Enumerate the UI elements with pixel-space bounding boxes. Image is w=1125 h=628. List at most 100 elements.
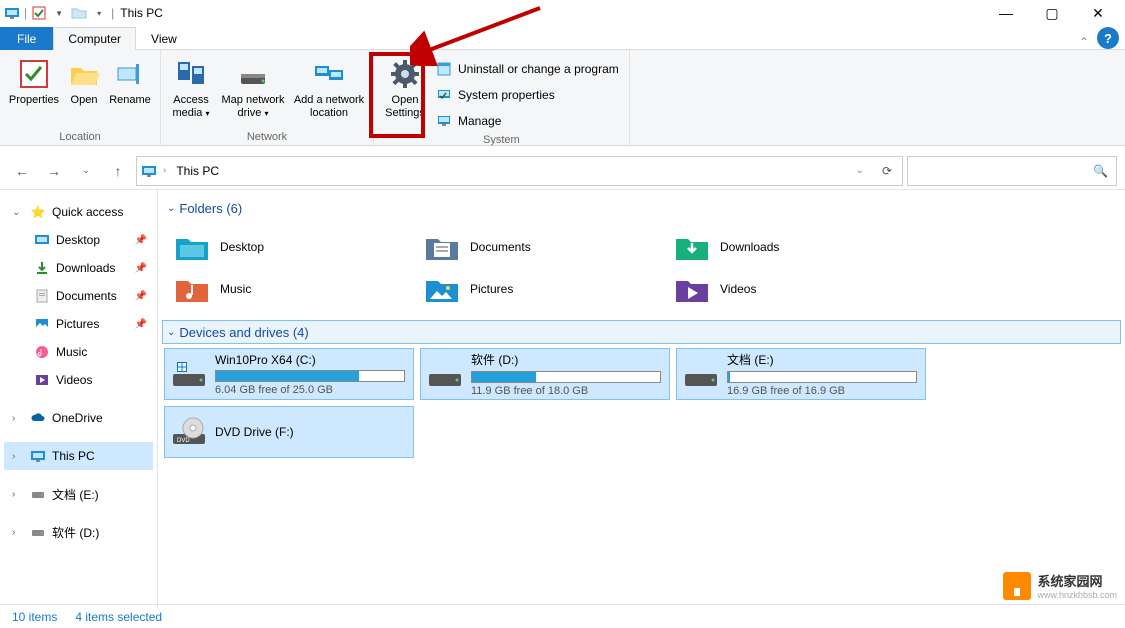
desktop-folder-icon (174, 229, 210, 265)
qat-dropdown-icon[interactable]: ▼ (51, 5, 67, 21)
map-drive-label: Map network drive ▾ (217, 94, 289, 120)
pictures-folder-icon (424, 271, 460, 307)
breadcrumb-thispc[interactable]: This PC (172, 160, 223, 182)
navigation-bar: ← → ⌄ ↑ › This PC ⌄ ⟳ 🔍 (0, 152, 1125, 190)
forward-button[interactable]: → (40, 157, 68, 185)
ribbon: Properties Open Rename Location (0, 50, 1125, 146)
tree-drive-e[interactable]: › 文档 (E:) (4, 480, 153, 508)
properties-icon (18, 58, 50, 90)
qat-separator: | (24, 6, 27, 20)
folder-documents[interactable]: Documents (416, 226, 666, 268)
drive-d-free: 11.9 GB free of 18.0 GB (471, 385, 663, 397)
drives-header[interactable]: ⌄ Devices and drives (4) (162, 320, 1121, 344)
pc-icon (30, 448, 46, 464)
tree-desktop[interactable]: Desktop📌 (4, 226, 153, 254)
qat-properties-icon[interactable] (31, 5, 47, 21)
pin-icon: 📌 (135, 263, 147, 274)
tree-quick-access[interactable]: ⌄ ⭐ Quick access (4, 198, 153, 226)
address-dropdown-icon[interactable]: ⌄ (850, 165, 870, 176)
ribbon-group-system: OpenSettings Uninstall or change a progr… (374, 50, 630, 145)
add-network-location-button[interactable]: Add a network location (291, 54, 367, 120)
rename-label: Rename (109, 94, 151, 107)
close-button[interactable]: ✕ (1075, 0, 1121, 26)
system-properties-button[interactable]: System properties (432, 84, 623, 106)
ribbon-collapse-icon[interactable]: ⌃ (1079, 35, 1089, 49)
system-properties-label: System properties (458, 88, 555, 102)
manage-button[interactable]: Manage (432, 110, 623, 132)
tab-view[interactable]: View (136, 27, 192, 50)
open-button[interactable]: Open (64, 54, 104, 107)
tree-documents[interactable]: Documents📌 (4, 282, 153, 310)
desktop-icon (34, 232, 50, 248)
add-location-label: Add a network location (291, 94, 367, 120)
ribbon-group-network: Access media ▾ Map network drive ▾ Add a… (161, 50, 374, 145)
search-icon: 🔍 (1093, 164, 1108, 178)
folder-music[interactable]: Music (166, 268, 416, 310)
folder-desktop[interactable]: Desktop (166, 226, 416, 268)
open-label: Open (71, 94, 98, 107)
properties-button[interactable]: Properties (6, 54, 62, 107)
search-box[interactable]: 🔍 (907, 156, 1117, 186)
body: ⌄ ⭐ Quick access Desktop📌 Downloads📌 Doc… (0, 190, 1125, 608)
tree-pictures[interactable]: Pictures📌 (4, 310, 153, 338)
qa-label: Quick access (52, 205, 123, 219)
tree-music[interactable]: Music (4, 338, 153, 366)
qat-folder-icon[interactable] (71, 5, 87, 21)
map-drive-icon (237, 58, 269, 90)
uninstall-icon (436, 61, 452, 77)
pictures-icon (34, 316, 50, 332)
title-bar: | ▼ ▾ | This PC — ▢ ✕ (0, 0, 1125, 26)
tree-downloads[interactable]: Downloads📌 (4, 254, 153, 282)
open-settings-button[interactable]: OpenSettings (380, 54, 430, 120)
chevron-right-icon[interactable]: › (12, 451, 24, 462)
gear-icon (389, 58, 421, 90)
drive-d[interactable]: 软件 (D:) 11.9 GB free of 18.0 GB (420, 348, 670, 400)
map-network-drive-button[interactable]: Map network drive ▾ (217, 54, 289, 120)
access-media-button[interactable]: Access media ▾ (167, 54, 215, 120)
status-bar: 10 items 4 items selected (0, 604, 1125, 628)
tree-this-pc[interactable]: › This PC (4, 442, 153, 470)
chevron-right-icon[interactable]: › (12, 413, 24, 424)
manage-label: Manage (458, 114, 501, 128)
chevron-right-icon[interactable]: › (12, 489, 24, 500)
folder-pictures[interactable]: Pictures (416, 268, 666, 310)
drive-e[interactable]: 文档 (E:) 16.9 GB free of 16.9 GB (676, 348, 926, 400)
access-media-label: Access media ▾ (167, 94, 215, 120)
open-folder-icon (68, 58, 100, 90)
status-selected: 4 items selected (75, 610, 162, 624)
ribbon-tabs: File Computer View ⌃ ? (0, 26, 1125, 50)
folder-downloads[interactable]: Downloads (666, 226, 916, 268)
help-icon[interactable]: ? (1097, 27, 1119, 49)
videos-folder-icon (674, 271, 710, 307)
maximize-button[interactable]: ▢ (1029, 0, 1075, 26)
window-title: This PC (120, 6, 163, 20)
qat-dropdown2-icon[interactable]: ▾ (91, 5, 107, 21)
folders-header[interactable]: ⌄ Folders (6) (162, 196, 1121, 220)
folder-videos[interactable]: Videos (666, 268, 916, 310)
up-button[interactable]: ↑ (104, 157, 132, 185)
drive-e-free: 16.9 GB free of 16.9 GB (727, 385, 919, 397)
tab-file[interactable]: File (0, 27, 53, 50)
uninstall-program-button[interactable]: Uninstall or change a program (432, 58, 623, 80)
tab-computer[interactable]: Computer (53, 27, 136, 50)
watermark-text: 系统家园网 (1037, 571, 1117, 590)
back-button[interactable]: ← (8, 157, 36, 185)
tree-onedrive[interactable]: › OneDrive (4, 404, 153, 432)
chevron-down-icon[interactable]: ⌄ (12, 207, 24, 218)
os-drive-icon (171, 356, 207, 392)
crumb-chevron-icon[interactable]: › (163, 165, 166, 176)
group-location-label: Location (6, 129, 154, 143)
drive-d-bar (471, 371, 661, 383)
minimize-button[interactable]: — (983, 0, 1029, 26)
tree-videos[interactable]: Videos (4, 366, 153, 394)
downloads-icon (34, 260, 50, 276)
refresh-icon[interactable]: ⟳ (876, 164, 898, 178)
address-bar[interactable]: › This PC ⌄ ⟳ (136, 156, 903, 186)
recent-dropdown[interactable]: ⌄ (72, 157, 100, 185)
rename-button[interactable]: Rename (106, 54, 154, 107)
drive-f[interactable]: DVD DVD Drive (F:) (164, 406, 414, 458)
drive-c[interactable]: Win10Pro X64 (C:) 6.04 GB free of 25.0 G… (164, 348, 414, 400)
tree-drive-d[interactable]: › 软件 (D:) (4, 518, 153, 546)
system-properties-icon (436, 87, 452, 103)
chevron-right-icon[interactable]: › (12, 527, 24, 538)
